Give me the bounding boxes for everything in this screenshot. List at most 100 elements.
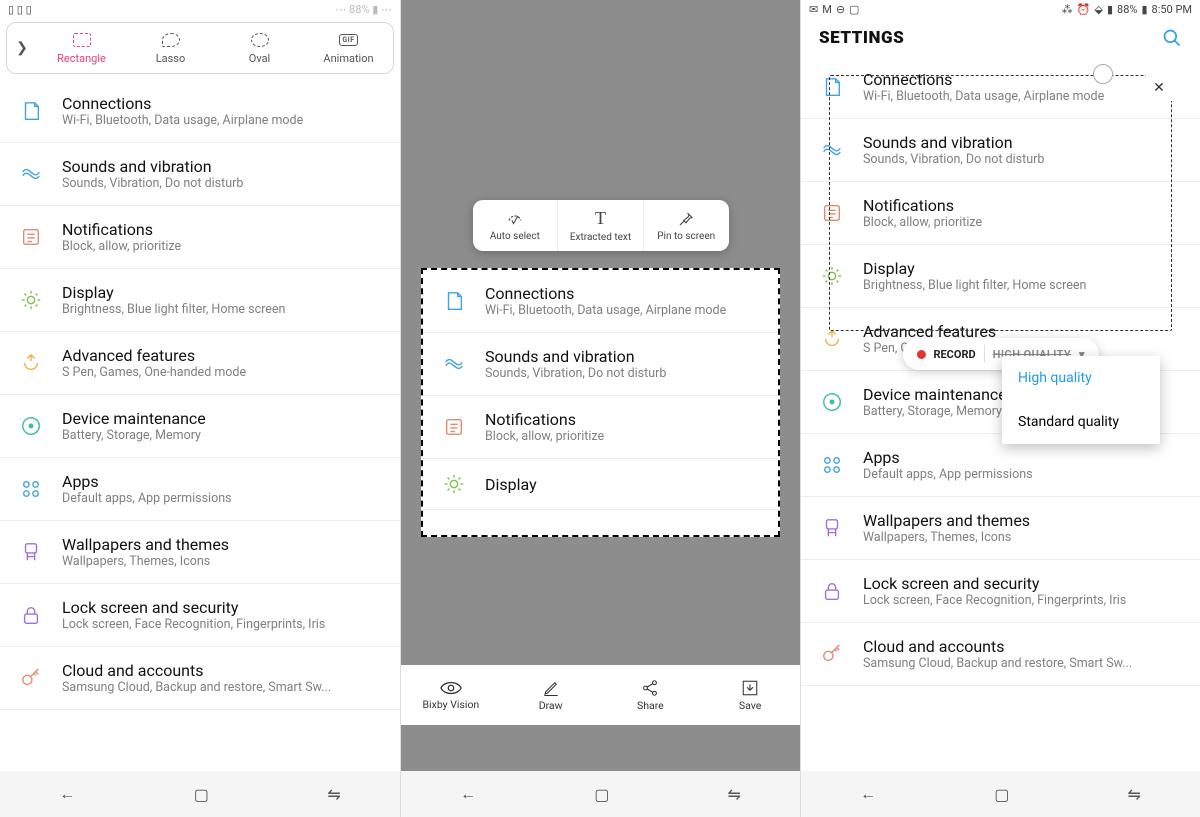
status-bar: ✉ M ⊖ ▢ ⁂ ⏰ ⬙ ▮ 88% ▮ 8:50 PM (801, 0, 1200, 18)
settings-icon (20, 667, 42, 689)
gmail-icon: M (822, 3, 832, 16)
settings-row-title: Sounds and vibration (863, 133, 1182, 152)
gif-icon: GIF (339, 31, 357, 49)
settings-row-title: Apps (62, 472, 382, 491)
settings-row-device-maintenance[interactable]: Device maintenanceBattery, Storage, Memo… (0, 395, 400, 458)
settings-row-display[interactable]: DisplayBrightness, Blue light filter, Ho… (801, 245, 1200, 308)
settings-row-title: Advanced features (62, 346, 382, 365)
btn-draw[interactable]: Draw (501, 665, 601, 725)
quality-option-standard[interactable]: Standard quality (1002, 400, 1160, 444)
search-icon[interactable] (1162, 28, 1182, 48)
settings-icon (821, 643, 843, 665)
settings-list[interactable]: ConnectionsWi-Fi, Bluetooth, Data usage,… (0, 80, 400, 771)
image-icon: ▢ (849, 3, 859, 16)
settings-icon (443, 290, 465, 312)
settings-icon (20, 415, 42, 437)
btn-label: Save (739, 699, 761, 712)
tool-rectangle[interactable]: Rectangle (37, 23, 126, 73)
settings-row-title: Wallpapers and themes (863, 511, 1182, 530)
settings-row-sounds-and-vibration[interactable]: Sounds and vibrationSounds, Vibration, D… (801, 119, 1200, 182)
tool-lasso[interactable]: Lasso (126, 23, 215, 73)
settings-row-title: Notifications (485, 410, 760, 429)
settings-row-title: Notifications (62, 220, 382, 239)
settings-row-sounds-and-vibration[interactable]: Sounds and vibrationSounds, Vibration, D… (0, 143, 400, 206)
record-dot-icon (916, 350, 925, 359)
back-icon[interactable]: ← (59, 784, 75, 804)
home-icon[interactable]: ▢ (194, 785, 209, 804)
settings-row-apps[interactable]: AppsDefault apps, App permissions (0, 458, 400, 521)
settings-row-subtitle: Block, allow, prioritize (863, 215, 1182, 230)
settings-row-title: Connections (485, 284, 760, 303)
action-extracted-text[interactable]: T Extracted text (557, 200, 643, 251)
settings-row-connections[interactable]: ConnectionsWi-Fi, Bluetooth, Data usage,… (423, 270, 778, 333)
btn-share[interactable]: Share (601, 665, 701, 725)
settings-icon (821, 202, 843, 224)
settings-row-subtitle: Brightness, Blue light filter, Home scre… (62, 302, 382, 317)
settings-row-wallpapers-and-themes[interactable]: Wallpapers and themesWallpapers, Themes,… (0, 521, 400, 584)
rectangle-icon (73, 31, 91, 49)
oval-icon (251, 31, 269, 49)
recents-icon[interactable]: ⇋ (728, 785, 741, 804)
selection-clip[interactable]: ConnectionsWi-Fi, Bluetooth, Data usage,… (421, 268, 780, 537)
smart-select-toolbar: ❯ Rectangle Lasso Oval GIF Animation (6, 22, 394, 74)
recents-icon[interactable]: ⇋ (1128, 785, 1141, 804)
action-label: Auto select (490, 231, 540, 242)
dnd-icon: ⊖ (836, 3, 845, 16)
auto-select-icon (506, 210, 524, 228)
record-button[interactable]: RECORD (933, 348, 975, 361)
settings-icon (821, 517, 843, 539)
status-bar: ▯ ▯ ▯ ⋯ 88% ▮ ⋯ (0, 0, 400, 18)
settings-row-display[interactable]: Display (423, 459, 778, 510)
settings-row-connections[interactable]: ConnectionsWi-Fi, Bluetooth, Data usage,… (0, 80, 400, 143)
eye-icon (440, 680, 462, 696)
settings-row-subtitle: Default apps, App permissions (863, 467, 1182, 482)
settings-row-advanced-features[interactable]: Advanced featuresS Pen, Games, One-hande… (0, 332, 400, 395)
phone-screen-2: Auto select T Extracted text Pin to scre… (400, 0, 800, 817)
settings-row-lock-screen-and-security[interactable]: Lock screen and securityLock screen, Fac… (0, 584, 400, 647)
save-icon (741, 679, 759, 697)
settings-row-subtitle: Wallpapers, Themes, Icons (62, 554, 382, 569)
settings-row-wallpapers-and-themes[interactable]: Wallpapers and themesWallpapers, Themes,… (801, 497, 1200, 560)
settings-icon (821, 580, 843, 602)
settings-row-subtitle: S Pen, Games, One-handed mode (62, 365, 382, 380)
settings-row-cloud-and-accounts[interactable]: Cloud and accountsSamsung Cloud, Backup … (0, 647, 400, 710)
tool-oval[interactable]: Oval (215, 23, 304, 73)
recents-icon[interactable]: ⇋ (327, 785, 340, 804)
divider (984, 345, 985, 363)
settings-row-subtitle: Sounds, Vibration, Do not disturb (62, 176, 382, 191)
tool-animation[interactable]: GIF Animation (304, 23, 393, 73)
settings-icon (20, 289, 42, 311)
settings-row-subtitle: Samsung Cloud, Backup and restore, Smart… (863, 656, 1182, 671)
settings-row-connections[interactable]: ConnectionsWi-Fi, Bluetooth, Data usage,… (801, 56, 1200, 119)
settings-row-title: Notifications (863, 196, 1182, 215)
home-icon[interactable]: ▢ (594, 785, 609, 804)
settings-icon (821, 265, 843, 287)
back-icon[interactable]: ← (460, 784, 476, 804)
settings-row-sounds-and-vibration[interactable]: Sounds and vibrationSounds, Vibration, D… (423, 333, 778, 396)
settings-row-title: Sounds and vibration (62, 157, 382, 176)
settings-row-subtitle: Lock screen, Face Recognition, Fingerpri… (863, 593, 1182, 608)
settings-row-lock-screen-and-security[interactable]: Lock screen and securityLock screen, Fac… (801, 560, 1200, 623)
btn-save[interactable]: Save (700, 665, 800, 725)
settings-row-cloud-and-accounts[interactable]: Cloud and accountsSamsung Cloud, Backup … (801, 623, 1200, 686)
back-icon[interactable]: ← (860, 784, 876, 804)
action-auto-select[interactable]: Auto select (473, 200, 558, 251)
settings-row-notifications[interactable]: NotificationsBlock, allow, prioritize (0, 206, 400, 269)
battery-icon: ▮ (1141, 3, 1147, 16)
toolbar-expand-button[interactable]: ❯ (7, 23, 37, 73)
status-icons-left: ▯ ▯ ▯ (8, 3, 32, 16)
android-nav-bar: ← ▢ ⇋ (401, 771, 800, 817)
mail-icon: ✉ (809, 3, 818, 16)
settings-icon (821, 454, 843, 476)
quality-option-high[interactable]: High quality (1002, 356, 1160, 400)
settings-row-display[interactable]: DisplayBrightness, Blue light filter, Ho… (0, 269, 400, 332)
signal-icon: ▮ (1107, 3, 1113, 16)
settings-row-notifications[interactable]: NotificationsBlock, allow, prioritize (423, 396, 778, 459)
settings-header: SETTINGS (801, 18, 1200, 56)
settings-row-subtitle: Block, allow, prioritize (62, 239, 382, 254)
settings-row-notifications[interactable]: NotificationsBlock, allow, prioritize (801, 182, 1200, 245)
action-pin[interactable]: Pin to screen (643, 200, 729, 251)
home-icon[interactable]: ▢ (994, 785, 1009, 804)
status-right-partial: ⋯ 88% ▮ ⋯ (335, 3, 392, 16)
btn-bixby-vision[interactable]: Bixby Vision (401, 665, 501, 725)
